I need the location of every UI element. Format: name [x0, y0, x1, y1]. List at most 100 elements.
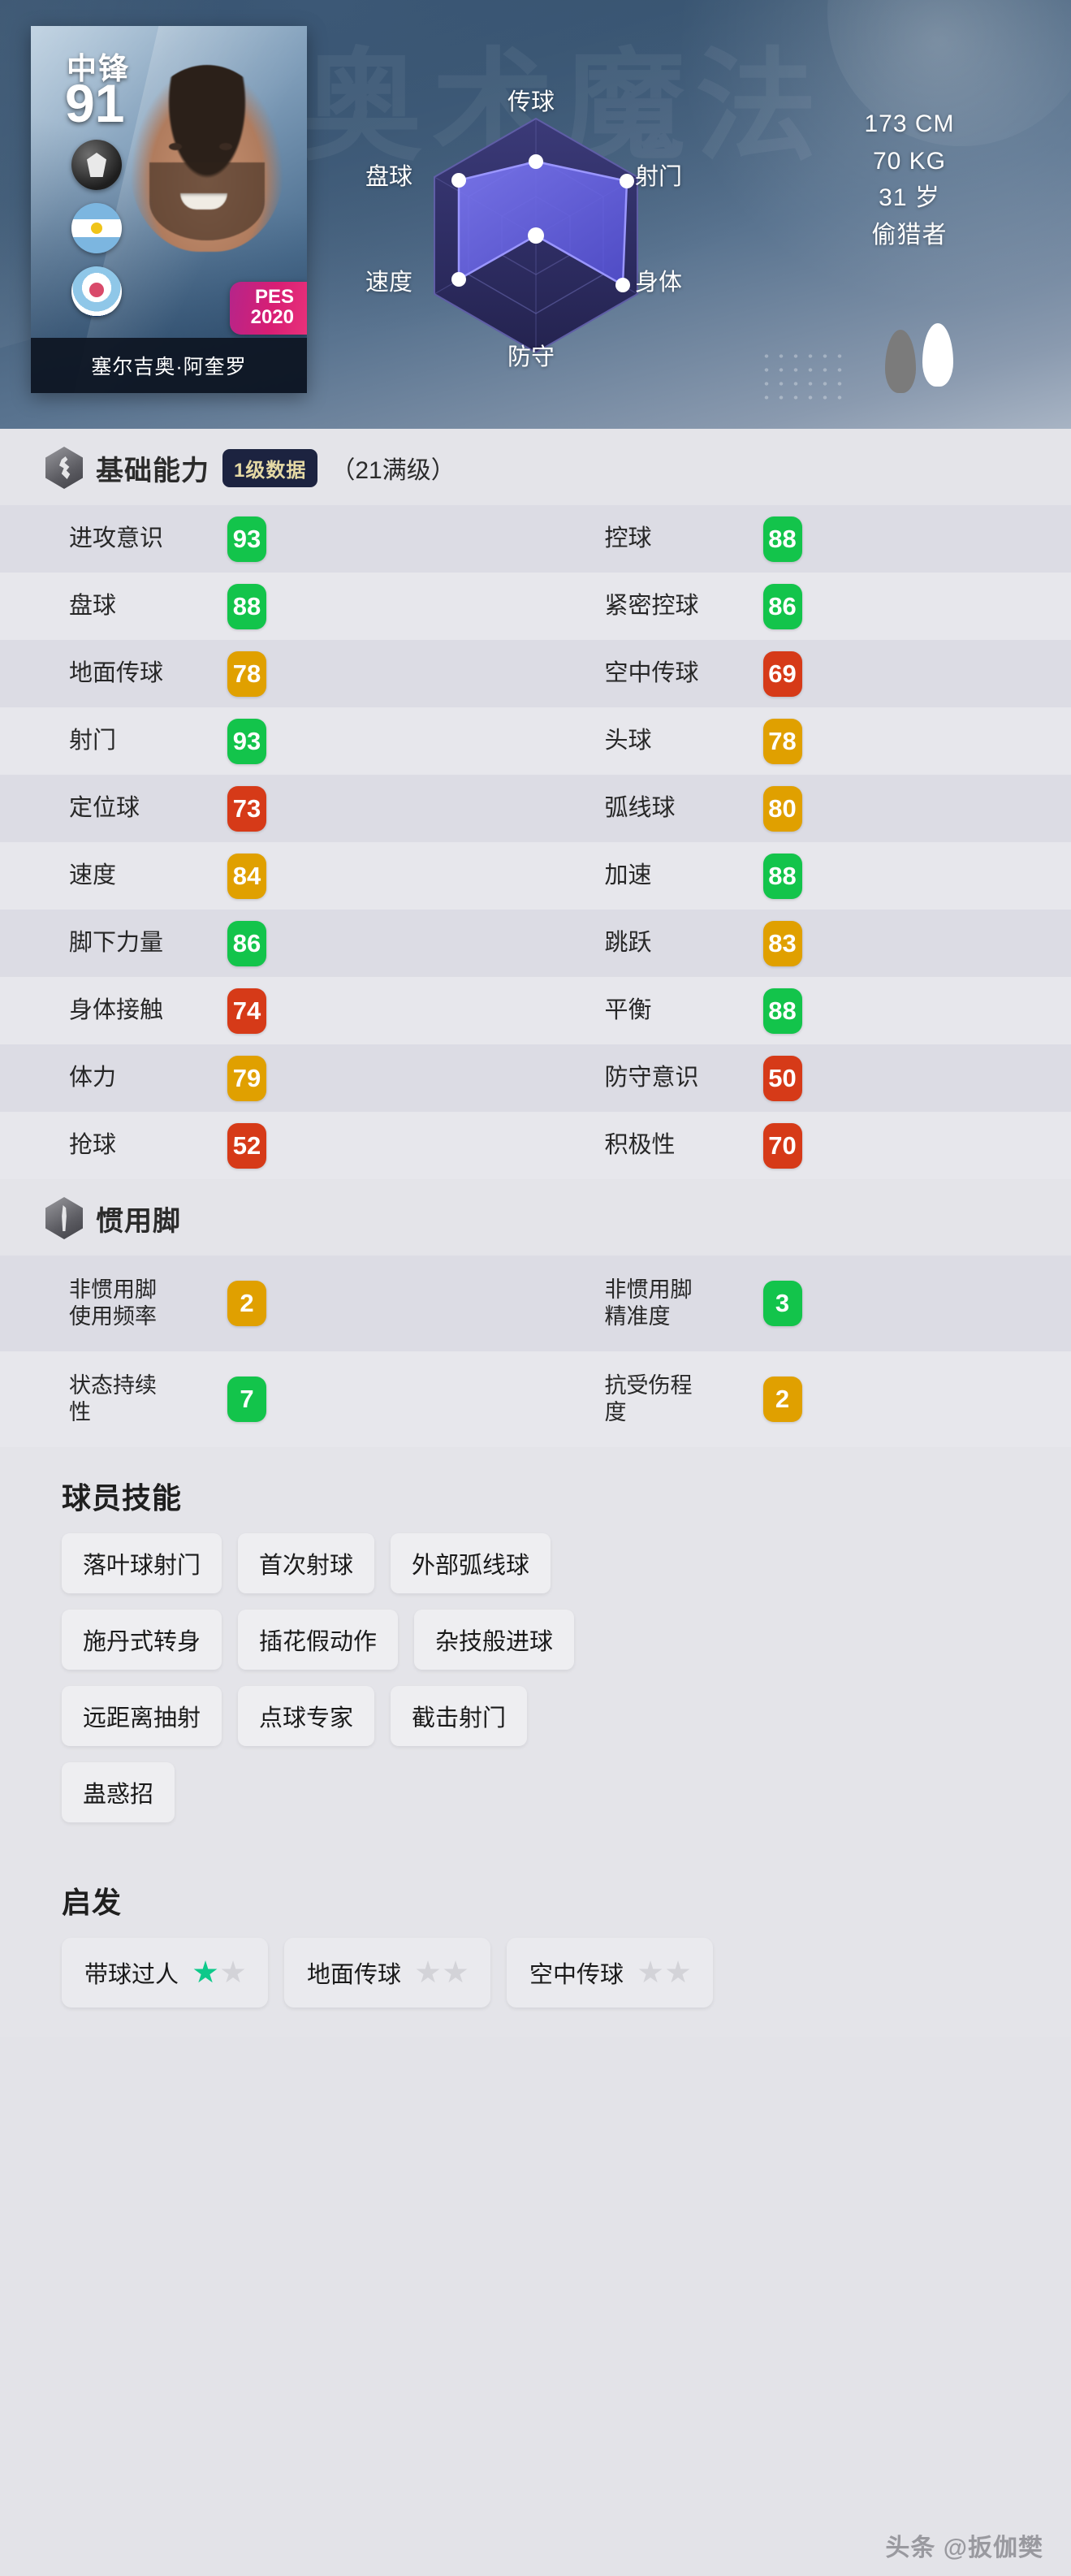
stat-value-pill: 7 — [227, 1377, 266, 1422]
stat-label: 非惯用脚 使用频率 — [69, 1277, 157, 1329]
left-foot-icon — [885, 330, 916, 393]
radar-label-shooting: 射门 — [635, 164, 683, 190]
stat-cell: 积极性 70 — [536, 1122, 1071, 1169]
inspiration-label: 地面传球 — [307, 1962, 402, 1988]
max-level-note: （21满级） — [330, 457, 456, 484]
player-skills-title: 球员技能 — [0, 1447, 1071, 1533]
bio-weight: 70 KG — [872, 147, 947, 175]
stat-label: 防守意识 — [604, 1065, 699, 1091]
stat-cell: 控球 88 — [536, 516, 1071, 562]
stat-value-pill: 84 — [227, 853, 266, 899]
inspiration-star-rating — [416, 1960, 468, 1985]
stat-cell: 定位球 73 — [0, 785, 536, 832]
skill-chip[interactable]: 截击射门 — [391, 1686, 528, 1746]
stat-label: 跳跃 — [604, 930, 652, 957]
player-skills-list: 落叶球射门 首次射球 外部弧线球 施丹式转身 插花假动作 杂技般进球 远距离抽射 点球专家 截击… — [0, 1533, 1071, 1852]
inspiration-list: 带球过人 地面传球 空中传球 — [0, 1938, 1071, 2037]
radar-label-dribbling: 盘球 — [365, 164, 413, 190]
star-empty-icon — [416, 1960, 440, 1983]
skill-chip-row: 远距离抽射 点球专家 截击射门 — [62, 1686, 1022, 1746]
inspiration-star-rating — [638, 1960, 690, 1985]
stat-value-pill: 70 — [762, 1122, 802, 1169]
stat-cell: 状态持续性 7 — [0, 1372, 536, 1427]
right-foot-icon — [922, 323, 953, 387]
inspiration-chip[interactable]: 地面传球 — [284, 1938, 491, 2008]
stat-row: 进攻意识 93 控球 88 — [0, 505, 1071, 573]
bio-height: 173 CM — [864, 110, 955, 137]
stat-row: 射门 93 头球 78 — [0, 707, 1071, 775]
ball-badge-icon — [71, 140, 122, 190]
skill-chip-row: 施丹式转身 插花假动作 杂技般进球 — [62, 1610, 1022, 1670]
stat-row: 盘球 88 紧密控球 86 — [0, 573, 1071, 640]
stat-label: 射门 — [69, 728, 117, 754]
star-empty-icon — [221, 1960, 245, 1983]
stat-label: 紧密控球 — [604, 593, 699, 620]
inspiration-star-rating — [193, 1960, 245, 1985]
stat-label: 体力 — [69, 1065, 117, 1091]
preferred-foot-indicator — [844, 318, 974, 408]
stat-label: 头球 — [604, 728, 652, 754]
stat-cell: 进攻意识 93 — [0, 516, 536, 562]
stat-cell: 非惯用脚 使用频率 2 — [0, 1277, 536, 1331]
stat-label: 盘球 — [69, 593, 117, 620]
stat-label: 地面传球 — [69, 660, 164, 687]
stat-value-pill: 93 — [227, 516, 266, 562]
stat-value-pill: 88 — [762, 853, 802, 899]
stat-label: 身体接触 — [69, 997, 164, 1024]
stat-row: 状态持续性 7 抗受伤程度 2 — [0, 1351, 1071, 1447]
skill-chip[interactable]: 远距离抽射 — [62, 1686, 222, 1746]
watermark: 头条 @扳伽樊 — [885, 2535, 1043, 2561]
skill-chip-row: 落叶球射门 首次射球 外部弧线球 — [62, 1533, 1022, 1593]
stat-cell: 紧密控球 86 — [536, 583, 1071, 629]
stat-label: 加速 — [604, 862, 652, 889]
stat-cell: 射门 93 — [0, 718, 536, 764]
stat-value-pill: 78 — [762, 718, 802, 764]
stat-value-pill: 86 — [762, 583, 802, 629]
skill-chip[interactable]: 外部弧线球 — [391, 1533, 551, 1593]
card-name-bar: 塞尔吉奥·阿奎罗 — [31, 338, 307, 393]
stat-cell: 盘球 88 — [0, 583, 536, 629]
stat-label: 定位球 — [69, 795, 140, 822]
stat-cell: 平衡 88 — [536, 988, 1071, 1034]
card-rating-value: 91 — [65, 73, 125, 133]
bio-playstyle: 偷猎者 — [871, 221, 948, 249]
stat-row: 非惯用脚 使用频率 2 非惯用脚 精准度 3 — [0, 1256, 1071, 1351]
argentina-flag-icon — [71, 203, 122, 253]
dot-grid-decoration — [759, 349, 849, 406]
card-badge-list — [71, 140, 122, 317]
radar-label-speed: 速度 — [365, 270, 413, 296]
skill-chip[interactable]: 插花假动作 — [238, 1610, 399, 1670]
stat-label: 状态持续性 — [69, 1372, 157, 1424]
inspiration-label: 带球过人 — [84, 1962, 179, 1988]
stat-value-pill: 79 — [227, 1055, 266, 1101]
stat-value-pill: 88 — [762, 516, 802, 562]
radar-label-defending: 防守 — [507, 344, 555, 370]
stat-cell: 非惯用脚 精准度 3 — [536, 1277, 1071, 1331]
stat-cell: 空中传球 69 — [536, 650, 1071, 697]
stat-label: 控球 — [604, 525, 652, 552]
base-ability-table: 进攻意识 93 控球 88 盘球 88 紧密控球 86 地面传球 78 空中传球 69 射门 93 头球 78… — [0, 505, 1071, 1179]
stat-cell: 加速 88 — [536, 853, 1071, 899]
skill-chip[interactable]: 蛊惑招 — [62, 1762, 175, 1822]
radar-label-physical: 身体 — [635, 270, 683, 296]
game-version-year: 2020 — [250, 305, 294, 328]
inspiration-chip[interactable]: 带球过人 — [62, 1938, 269, 2008]
stat-value-pill: 52 — [227, 1122, 266, 1169]
skill-chip[interactable]: 点球专家 — [238, 1686, 375, 1746]
level-data-badge[interactable]: 1级数据 — [222, 448, 318, 487]
skill-chip[interactable]: 施丹式转身 — [62, 1610, 222, 1670]
stat-label: 抢球 — [69, 1132, 117, 1159]
game-version-tag: PES 2020 — [229, 282, 307, 335]
preferred-foot-header: 惯用脚 — [0, 1179, 1071, 1256]
game-version-name: PES — [254, 286, 294, 309]
preferred-foot-title: 惯用脚 — [96, 1205, 181, 1237]
skill-chip[interactable]: 首次射球 — [238, 1533, 375, 1593]
skill-chip[interactable]: 落叶球射门 — [62, 1533, 222, 1593]
stat-value-pill: 80 — [762, 785, 802, 832]
preferred-foot-table: 非惯用脚 使用频率 2 非惯用脚 精准度 3 状态持续性 7 抗受伤程度 2 — [0, 1256, 1071, 1447]
running-player-hex-icon — [45, 447, 83, 489]
player-bio: 173 CM 70 KG 31 岁 偷猎者 — [755, 106, 1064, 253]
inspiration-chip[interactable]: 空中传球 — [507, 1938, 714, 2008]
skill-chip[interactable]: 杂技般进球 — [414, 1610, 575, 1670]
player-card[interactable]: 中锋 91 PES 2020 塞尔吉奥·阿奎罗 — [31, 26, 307, 393]
